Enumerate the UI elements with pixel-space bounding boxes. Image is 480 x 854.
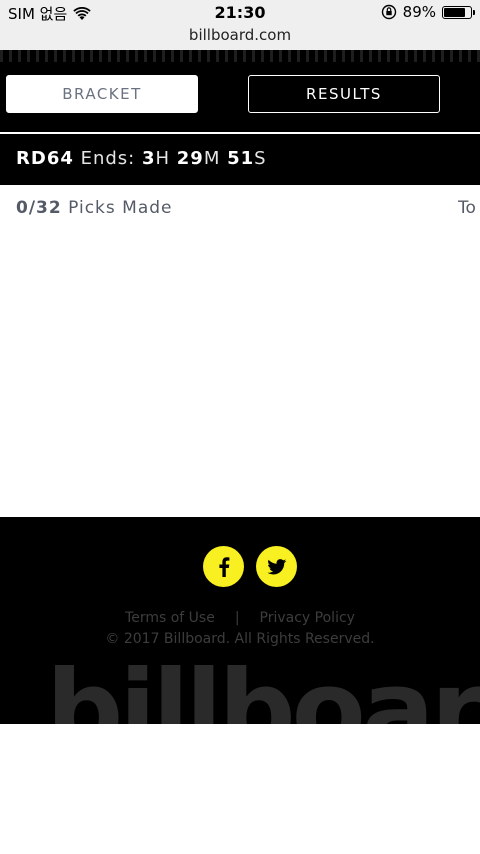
hours-unit: H — [155, 148, 171, 169]
truncated-label: To — [458, 198, 476, 218]
seconds-unit: S — [254, 148, 267, 169]
status-right: 89% — [381, 3, 475, 21]
copyright-text: © 2017 Billboard. All Rights Reserved. — [105, 631, 375, 647]
status-bar: SIM 없음 21:30 89% — [0, 0, 480, 24]
ends-label: Ends: — [73, 148, 142, 169]
privacy-policy-link[interactable]: Privacy Policy — [260, 610, 355, 626]
battery-percent: 89% — [402, 3, 436, 21]
terms-of-use-link[interactable]: Terms of Use — [125, 610, 215, 626]
facebook-icon — [218, 556, 229, 577]
facebook-button[interactable] — [203, 546, 244, 587]
round-countdown: RD64 Ends: 3H 29M 51S — [16, 148, 267, 169]
battery-icon — [442, 5, 475, 19]
bracket-tab-button[interactable]: BRACKET — [6, 75, 198, 113]
battery-fill — [444, 7, 465, 17]
picks-label: Picks Made — [61, 198, 173, 218]
twitter-icon — [266, 558, 286, 574]
rd-prefix: RD — [16, 148, 47, 169]
twitter-button[interactable] — [256, 546, 297, 587]
orientation-lock-icon — [381, 4, 396, 20]
picks-made-counter: 0/32 Picks Made — [16, 198, 173, 218]
rd-number: 64 — [46, 148, 74, 169]
bracket-header: BRACKET RESULTS RD64 Ends: 3H 29M 51S — [0, 50, 480, 185]
seconds-value: 51 — [227, 148, 255, 169]
results-tab-button[interactable]: RESULTS — [248, 75, 440, 113]
hours-value: 3 — [141, 148, 156, 169]
header-pattern — [0, 50, 480, 62]
header-divider — [0, 132, 480, 134]
site-footer: Terms of Use | Privacy Policy © 2017 Billb… — [0, 517, 480, 724]
url-text: billboard.com — [188, 26, 292, 44]
footer-links: Terms of Use | Privacy Policy — [0, 610, 480, 626]
minutes-unit: M — [203, 148, 221, 169]
link-separator: | — [234, 610, 240, 626]
picks-count: 0/32 — [16, 198, 62, 218]
url-bar[interactable]: billboard.com — [0, 24, 480, 50]
billboard-logo: billboard — [46, 648, 480, 725]
minutes-value: 29 — [176, 148, 204, 169]
